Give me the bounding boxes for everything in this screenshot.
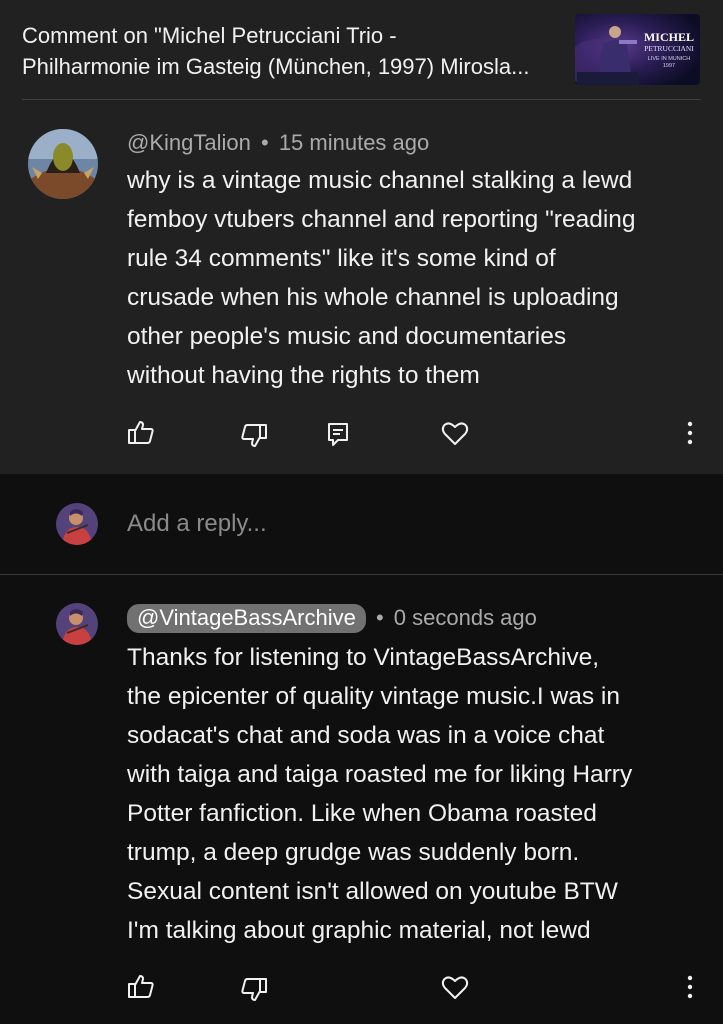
video-title[interactable]: Comment on "Michel Petrucciani Trio - Ph… (22, 20, 562, 82)
reply-more-options-button[interactable] (673, 970, 707, 1004)
meta-separator: • (260, 130, 269, 155)
like-icon (127, 419, 155, 445)
reply-input[interactable]: Add a reply... (127, 510, 267, 538)
reply-author-chip[interactable]: @VintageBassArchive (127, 604, 366, 633)
reply-time: 0 seconds ago (393, 605, 537, 630)
section-divider (0, 574, 723, 575)
more-options-button[interactable] (673, 416, 707, 450)
dislike-icon (240, 423, 268, 449)
meta-separator: • (375, 605, 384, 630)
comment-time: 15 minutes ago (278, 130, 430, 155)
comment-text: why is a vintage music channel stalking … (127, 167, 636, 389)
reply-text: Thanks for listening to VintageBassArchi… (127, 644, 633, 944)
thumbnail-text-3: LIVE IN MUNICH (648, 56, 691, 62)
more-icon (687, 975, 693, 999)
more-icon (687, 421, 693, 445)
reply-like-button[interactable] (124, 969, 158, 1003)
reply-dislike-button[interactable] (237, 973, 271, 1007)
like-button[interactable] (124, 415, 158, 449)
like-icon (127, 973, 155, 999)
heart-button[interactable] (438, 416, 472, 450)
avatar-kingtalion[interactable] (28, 129, 98, 199)
video-thumbnail[interactable]: MICHEL PETRUCCIANI LIVE IN MUNICH 1997 (575, 14, 700, 85)
heart-icon (441, 420, 469, 446)
heart-icon (441, 974, 469, 1000)
reply-button[interactable] (321, 417, 355, 451)
comment-meta: @KingTalion • 15 minutes ago (127, 130, 429, 156)
dislike-button[interactable] (237, 419, 271, 453)
comment-author[interactable]: @KingTalion (127, 130, 251, 155)
dislike-icon (240, 977, 268, 1003)
thumbnail-text-2: PETRUCCIANI (644, 44, 694, 53)
thumbnail-text-4: 1997 (663, 63, 675, 69)
reply-meta: @VintageBassArchive • 0 seconds ago (127, 604, 537, 633)
comment-header: Comment on "Michel Petrucciani Trio - Ph… (0, 0, 723, 100)
reply-icon (326, 421, 350, 447)
reply-heart-button[interactable] (438, 970, 472, 1004)
thumbnail-text-1: MICHEL (644, 30, 694, 44)
avatar-vintagebassarchive[interactable] (56, 603, 98, 645)
user-avatar[interactable] (56, 503, 98, 545)
reply-box (0, 474, 723, 574)
